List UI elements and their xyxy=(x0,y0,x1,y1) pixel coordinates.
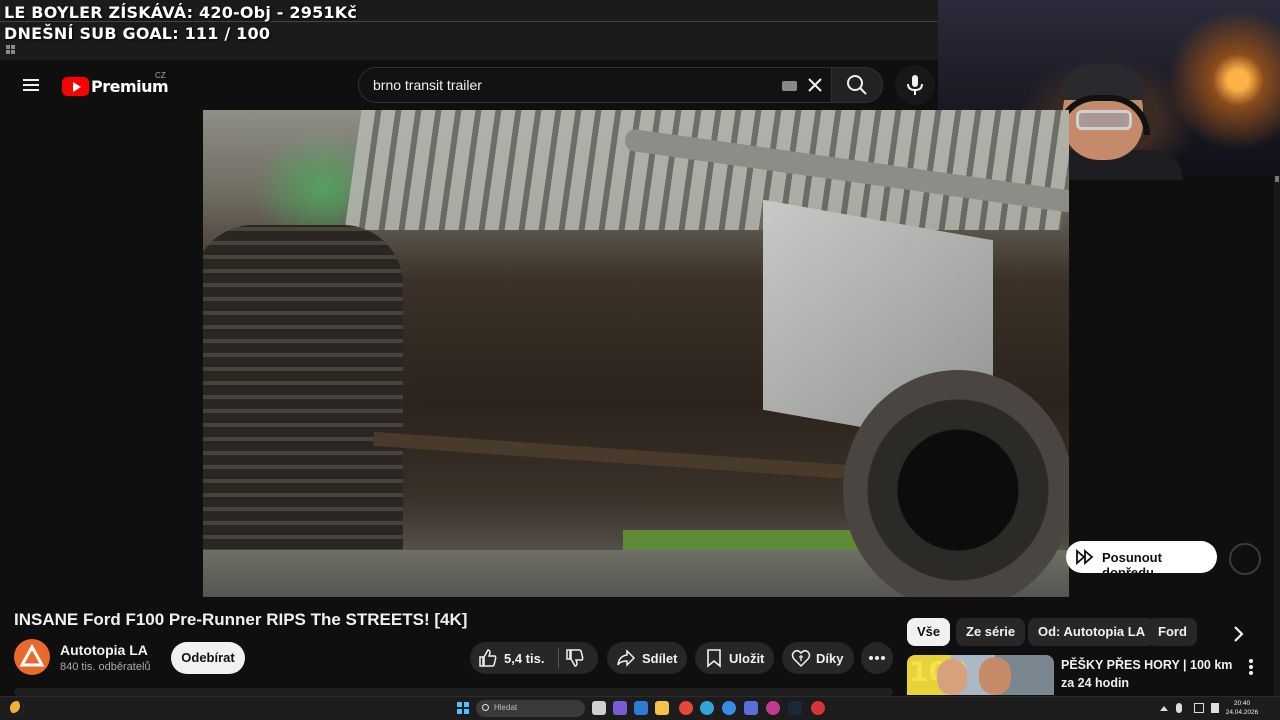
subscribe-button[interactable]: Odebírat xyxy=(171,642,245,674)
teams-icon[interactable] xyxy=(634,701,648,715)
edge-icon[interactable] xyxy=(700,701,714,715)
save-button[interactable]: Uložit xyxy=(695,642,774,674)
youtube-premium-logo[interactable]: Premium CZ xyxy=(62,71,169,97)
description-box-edge xyxy=(14,688,893,696)
taskbar-search-icon xyxy=(482,704,489,711)
chip-series[interactable]: Ze série xyxy=(956,618,1026,646)
tray-language-icon[interactable] xyxy=(1194,703,1204,713)
keyboard-icon[interactable] xyxy=(782,81,797,91)
like-count[interactable]: 5,4 tis. xyxy=(504,651,544,666)
share-label: Sdílet xyxy=(642,651,678,666)
more-vertical-icon[interactable] xyxy=(1244,657,1258,677)
clock-date: 24.04.2026 xyxy=(1225,709,1259,716)
windows-taskbar: Hledat 20:40 24.04.2026 xyxy=(0,696,1280,720)
windows-start-icon[interactable] xyxy=(457,702,469,714)
video-frame-axle xyxy=(373,431,893,483)
overlay-sub-goal-text: DNEŠNÍ SUB GOAL: 111 / 100 xyxy=(4,24,271,43)
clock-time: 20:40 xyxy=(1233,700,1251,707)
taskbar-search-placeholder: Hledat xyxy=(494,703,518,712)
tray-display-icon[interactable] xyxy=(1211,703,1219,713)
widgets-icon[interactable] xyxy=(613,701,627,715)
file-explorer-icon[interactable] xyxy=(655,701,669,715)
like-dislike-group: 5,4 tis. xyxy=(470,642,598,674)
channel-watermark-icon[interactable] xyxy=(1229,543,1261,575)
thanks-button[interactable]: Díky xyxy=(782,642,854,674)
recording-app-icon[interactable] xyxy=(811,701,825,715)
channel-avatar[interactable] xyxy=(14,639,50,675)
bookmark-icon xyxy=(707,649,721,668)
autotopia-logo-icon xyxy=(19,643,45,667)
video-frame-tire-left xyxy=(203,225,403,597)
youtube-play-icon xyxy=(62,76,89,96)
subscriber-count: 840 tis. odběratelů xyxy=(60,661,151,673)
recommendation-title[interactable]: PĚŠKY PŘES HORY | 100 km za 24 hodin xyxy=(1061,656,1239,692)
thumbs-up-icon[interactable] xyxy=(478,648,498,668)
hamburger-menu-icon[interactable] xyxy=(20,73,44,97)
more-actions-button[interactable] xyxy=(861,642,893,674)
video-player[interactable] xyxy=(203,110,1069,597)
thumbs-down-icon[interactable] xyxy=(565,648,585,668)
skip-forward-button[interactable]: Posunout dopředu xyxy=(1066,541,1217,580)
page-scrollbar[interactable] xyxy=(1274,176,1280,696)
like-divider xyxy=(558,648,559,668)
search-icon xyxy=(847,75,867,95)
clear-search-icon[interactable] xyxy=(806,76,824,94)
app-icon[interactable] xyxy=(744,701,758,715)
video-frame-grille xyxy=(344,110,1069,230)
overlay-grid-icon xyxy=(6,45,15,54)
channel-name[interactable]: Autotopia LA xyxy=(60,642,148,658)
tray-chevron-icon[interactable] xyxy=(1160,706,1168,711)
webcam-glasses xyxy=(1076,110,1132,130)
steam-icon[interactable] xyxy=(788,701,802,715)
search-input[interactable]: brno transit trailer xyxy=(358,67,832,103)
skip-forward-label: Posunout dopředu xyxy=(1102,550,1162,580)
search-button[interactable] xyxy=(831,67,883,103)
youtube-header: Premium CZ brno transit trailer xyxy=(0,60,938,110)
thumbnail-person-1 xyxy=(937,659,967,695)
microphone-icon xyxy=(907,75,923,95)
logo-region: CZ xyxy=(155,71,166,80)
super-thanks-icon xyxy=(791,649,811,668)
chip-all[interactable]: Vše xyxy=(907,618,951,646)
task-view-icon[interactable] xyxy=(592,701,606,715)
chip-from-channel[interactable]: Od: Autotopia LA xyxy=(1028,618,1156,646)
share-button[interactable]: Sdílet xyxy=(607,642,687,674)
chrome-icon[interactable] xyxy=(679,701,693,715)
share-icon xyxy=(617,649,636,667)
thanks-label: Díky xyxy=(816,651,844,666)
taskbar-search-box[interactable]: Hledat xyxy=(476,700,585,717)
stream-overlay: LE BOYLER ZÍSKÁVÁ: 420-Obj - 2951Kč DNEŠ… xyxy=(0,0,938,60)
browser-icon[interactable] xyxy=(722,701,736,715)
video-frame-tire-right xyxy=(843,370,1069,597)
chip-ford[interactable]: Ford xyxy=(1148,618,1197,646)
fast-forward-icon xyxy=(1076,549,1094,565)
taskbar-clock[interactable]: 20:40 24.04.2026 xyxy=(1224,699,1260,717)
overlay-donation-text: LE BOYLER ZÍSKÁVÁ: 420-Obj - 2951Kč xyxy=(4,3,358,22)
recommendation-thumbnail[interactable]: 100 xyxy=(907,655,1054,695)
video-title: INSANE Ford F100 Pre-Runner RIPS The STR… xyxy=(14,610,468,629)
tray-mic-icon[interactable] xyxy=(1176,703,1182,713)
thumbnail-person-2 xyxy=(979,657,1011,695)
obs-icon[interactable] xyxy=(766,701,780,715)
more-horizontal-icon xyxy=(869,656,885,660)
voice-search-button[interactable] xyxy=(895,65,935,105)
save-label: Uložit xyxy=(729,651,765,666)
search-query[interactable]: brno transit trailer xyxy=(373,77,482,93)
chevron-right-icon[interactable] xyxy=(1226,622,1250,646)
weather-moon-icon[interactable] xyxy=(10,701,24,715)
